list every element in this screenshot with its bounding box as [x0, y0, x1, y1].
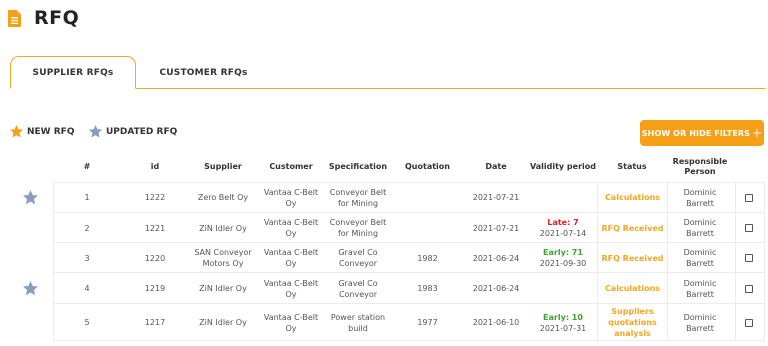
- cell-supplier: ZiN Idler Oy: [199, 318, 247, 327]
- cell-specification: Power station build: [330, 312, 386, 333]
- cell-validity: [528, 273, 598, 304]
- legend-new-rfq: NEW RFQ: [9, 124, 74, 139]
- legend-updated-rfq: UPDATED RFQ: [88, 124, 177, 139]
- column-header-supplier[interactable]: Supplier: [195, 152, 251, 182]
- cell-id: 1220: [144, 253, 166, 263]
- filters-button-label: SHOW OR HIDE FILTERS: [641, 128, 751, 138]
- cell-customer: Vantaa C-Belt Oy: [263, 312, 319, 333]
- cell-status: Suppliers quotations analysis: [608, 307, 657, 338]
- cell-responsible: Dominic Barrett: [683, 312, 717, 333]
- table-header: # id Supplier Customer Specification Quo…: [0, 152, 768, 182]
- validity-date: 2021-07-31: [539, 323, 587, 333]
- cell-supplier: Zero Belt Oy: [197, 193, 249, 202]
- cell-id: 1219: [144, 284, 166, 293]
- cell-num: 3: [84, 253, 90, 263]
- cell-quotation: 1983: [417, 284, 438, 293]
- row-select-checkbox[interactable]: [745, 254, 753, 262]
- tab-customer-rfqs[interactable]: CUSTOMER RFQs: [136, 56, 271, 89]
- table-row[interactable]: 1 1222 Zero Belt Oy Vantaa C-Belt Oy Conveyo…: [0, 182, 768, 213]
- cell-id: 1221: [144, 223, 166, 233]
- show-hide-filters-button[interactable]: SHOW OR HIDE FILTERS +: [640, 120, 764, 146]
- column-header-customer[interactable]: Customer: [262, 152, 320, 182]
- cell-date: 2021-06-24: [472, 284, 520, 293]
- column-header-responsible[interactable]: Responsible Person: [668, 152, 732, 182]
- validity-date: 2021-09-30: [539, 259, 587, 268]
- cell-date: 2021-07-21: [472, 193, 520, 202]
- cell-responsible: Dominic Barrett: [683, 248, 717, 268]
- column-header-date[interactable]: Date: [474, 152, 518, 182]
- cell-responsible: Dominic Barrett: [683, 187, 717, 208]
- cell-specification: Conveyor Belt for Mining: [329, 187, 387, 208]
- validity-date: 2021-07-14: [539, 229, 587, 238]
- cell-status: Calculations: [604, 193, 661, 202]
- row-select-checkbox[interactable]: [745, 224, 753, 232]
- cell-status: Calculations: [604, 284, 661, 293]
- row-select-checkbox[interactable]: [745, 193, 753, 202]
- plus-icon: +: [752, 126, 763, 140]
- tab-supplier-rfqs[interactable]: SUPPLIER RFQs: [10, 56, 136, 89]
- cell-date: 2021-06-24: [472, 253, 520, 263]
- cell-id: 1217: [144, 318, 166, 327]
- updated-star-icon: [23, 190, 38, 205]
- table-row[interactable]: 2 1221 ZiN Idler Oy Vantaa C-Belt Oy Conveyo…: [0, 213, 768, 243]
- table-row[interactable]: 4 1219 ZiN Idler Oy Vantaa C-Belt Oy Gravel …: [0, 273, 768, 304]
- cell-validity: Early: 71 2021-09-30: [528, 243, 598, 273]
- column-header-validity[interactable]: Validity period: [528, 152, 598, 182]
- cell-validity: Late: 7 2021-07-14: [528, 213, 598, 243]
- tab-bar: SUPPLIER RFQs CUSTOMER RFQs: [10, 56, 765, 89]
- cell-specification: Conveyor Belt for Mining: [329, 218, 387, 238]
- cell-quotation: [400, 213, 455, 243]
- row-select-checkbox[interactable]: [745, 284, 753, 293]
- cell-date: 2021-07-21: [472, 223, 520, 233]
- cell-quotation: 1982: [417, 253, 438, 263]
- cell-supplier: SAN Conveyor Motors Oy: [194, 248, 252, 268]
- cell-specification: Gravel Co Conveyor: [338, 248, 378, 268]
- updated-star-icon: [23, 281, 38, 296]
- validity-status: Early: 71: [543, 248, 583, 257]
- cell-validity: [528, 182, 598, 213]
- cell-customer: Vantaa C-Belt Oy: [263, 248, 319, 268]
- cell-specification: Gravel Co Conveyor: [338, 278, 378, 299]
- column-header-status[interactable]: Status: [602, 152, 662, 182]
- validity-status: Early: 10: [543, 312, 583, 322]
- document-icon: [8, 9, 21, 27]
- row-select-checkbox[interactable]: [745, 318, 753, 327]
- cell-quotation: 1977: [417, 318, 438, 327]
- page-header: RFQ: [8, 5, 79, 31]
- cell-customer: Vantaa C-Belt Oy: [263, 187, 319, 208]
- column-header-specification[interactable]: Specification: [325, 152, 391, 182]
- page-title: RFQ: [34, 7, 80, 29]
- cell-status: RFQ Received: [601, 253, 664, 263]
- star-icon: [9, 124, 24, 138]
- cell-responsible: Dominic Barrett: [683, 278, 717, 299]
- validity-status: Late: 7: [547, 218, 579, 227]
- cell-num: 4: [84, 284, 90, 293]
- cell-status: RFQ Received: [601, 223, 664, 233]
- column-header-id[interactable]: id: [134, 152, 176, 182]
- cell-supplier: ZiN Idler Oy: [199, 223, 247, 233]
- cell-num: 5: [84, 318, 90, 327]
- column-header-quotation[interactable]: Quotation: [400, 152, 455, 182]
- cell-num: 1: [84, 193, 90, 202]
- table-row[interactable]: 3 1220 SAN Conveyor Motors Oy Vantaa C-Belt…: [0, 243, 768, 273]
- cell-id: 1222: [144, 193, 166, 202]
- cell-responsible: Dominic Barrett: [683, 218, 717, 238]
- legend-updated-label: UPDATED RFQ: [106, 126, 178, 137]
- toolbar: NEW RFQ UPDATED RFQ SHOW OR HIDE FILTERS…: [0, 120, 768, 146]
- legend-new-label: NEW RFQ: [27, 126, 75, 137]
- table-row[interactable]: 5 1217 ZiN Idler Oy Vantaa C-Belt Oy Power s…: [0, 304, 768, 341]
- cell-date: 2021-06-10: [472, 318, 520, 327]
- star-icon: [88, 124, 103, 138]
- cell-customer: Vantaa C-Belt Oy: [263, 218, 319, 238]
- cell-supplier: ZiN Idler Oy: [199, 284, 247, 293]
- column-header-num[interactable]: #: [67, 152, 107, 182]
- cell-customer: Vantaa C-Belt Oy: [263, 278, 319, 299]
- cell-validity: Early: 10 2021-07-31: [528, 304, 598, 341]
- cell-num: 2: [84, 223, 90, 233]
- cell-quotation: [400, 182, 455, 213]
